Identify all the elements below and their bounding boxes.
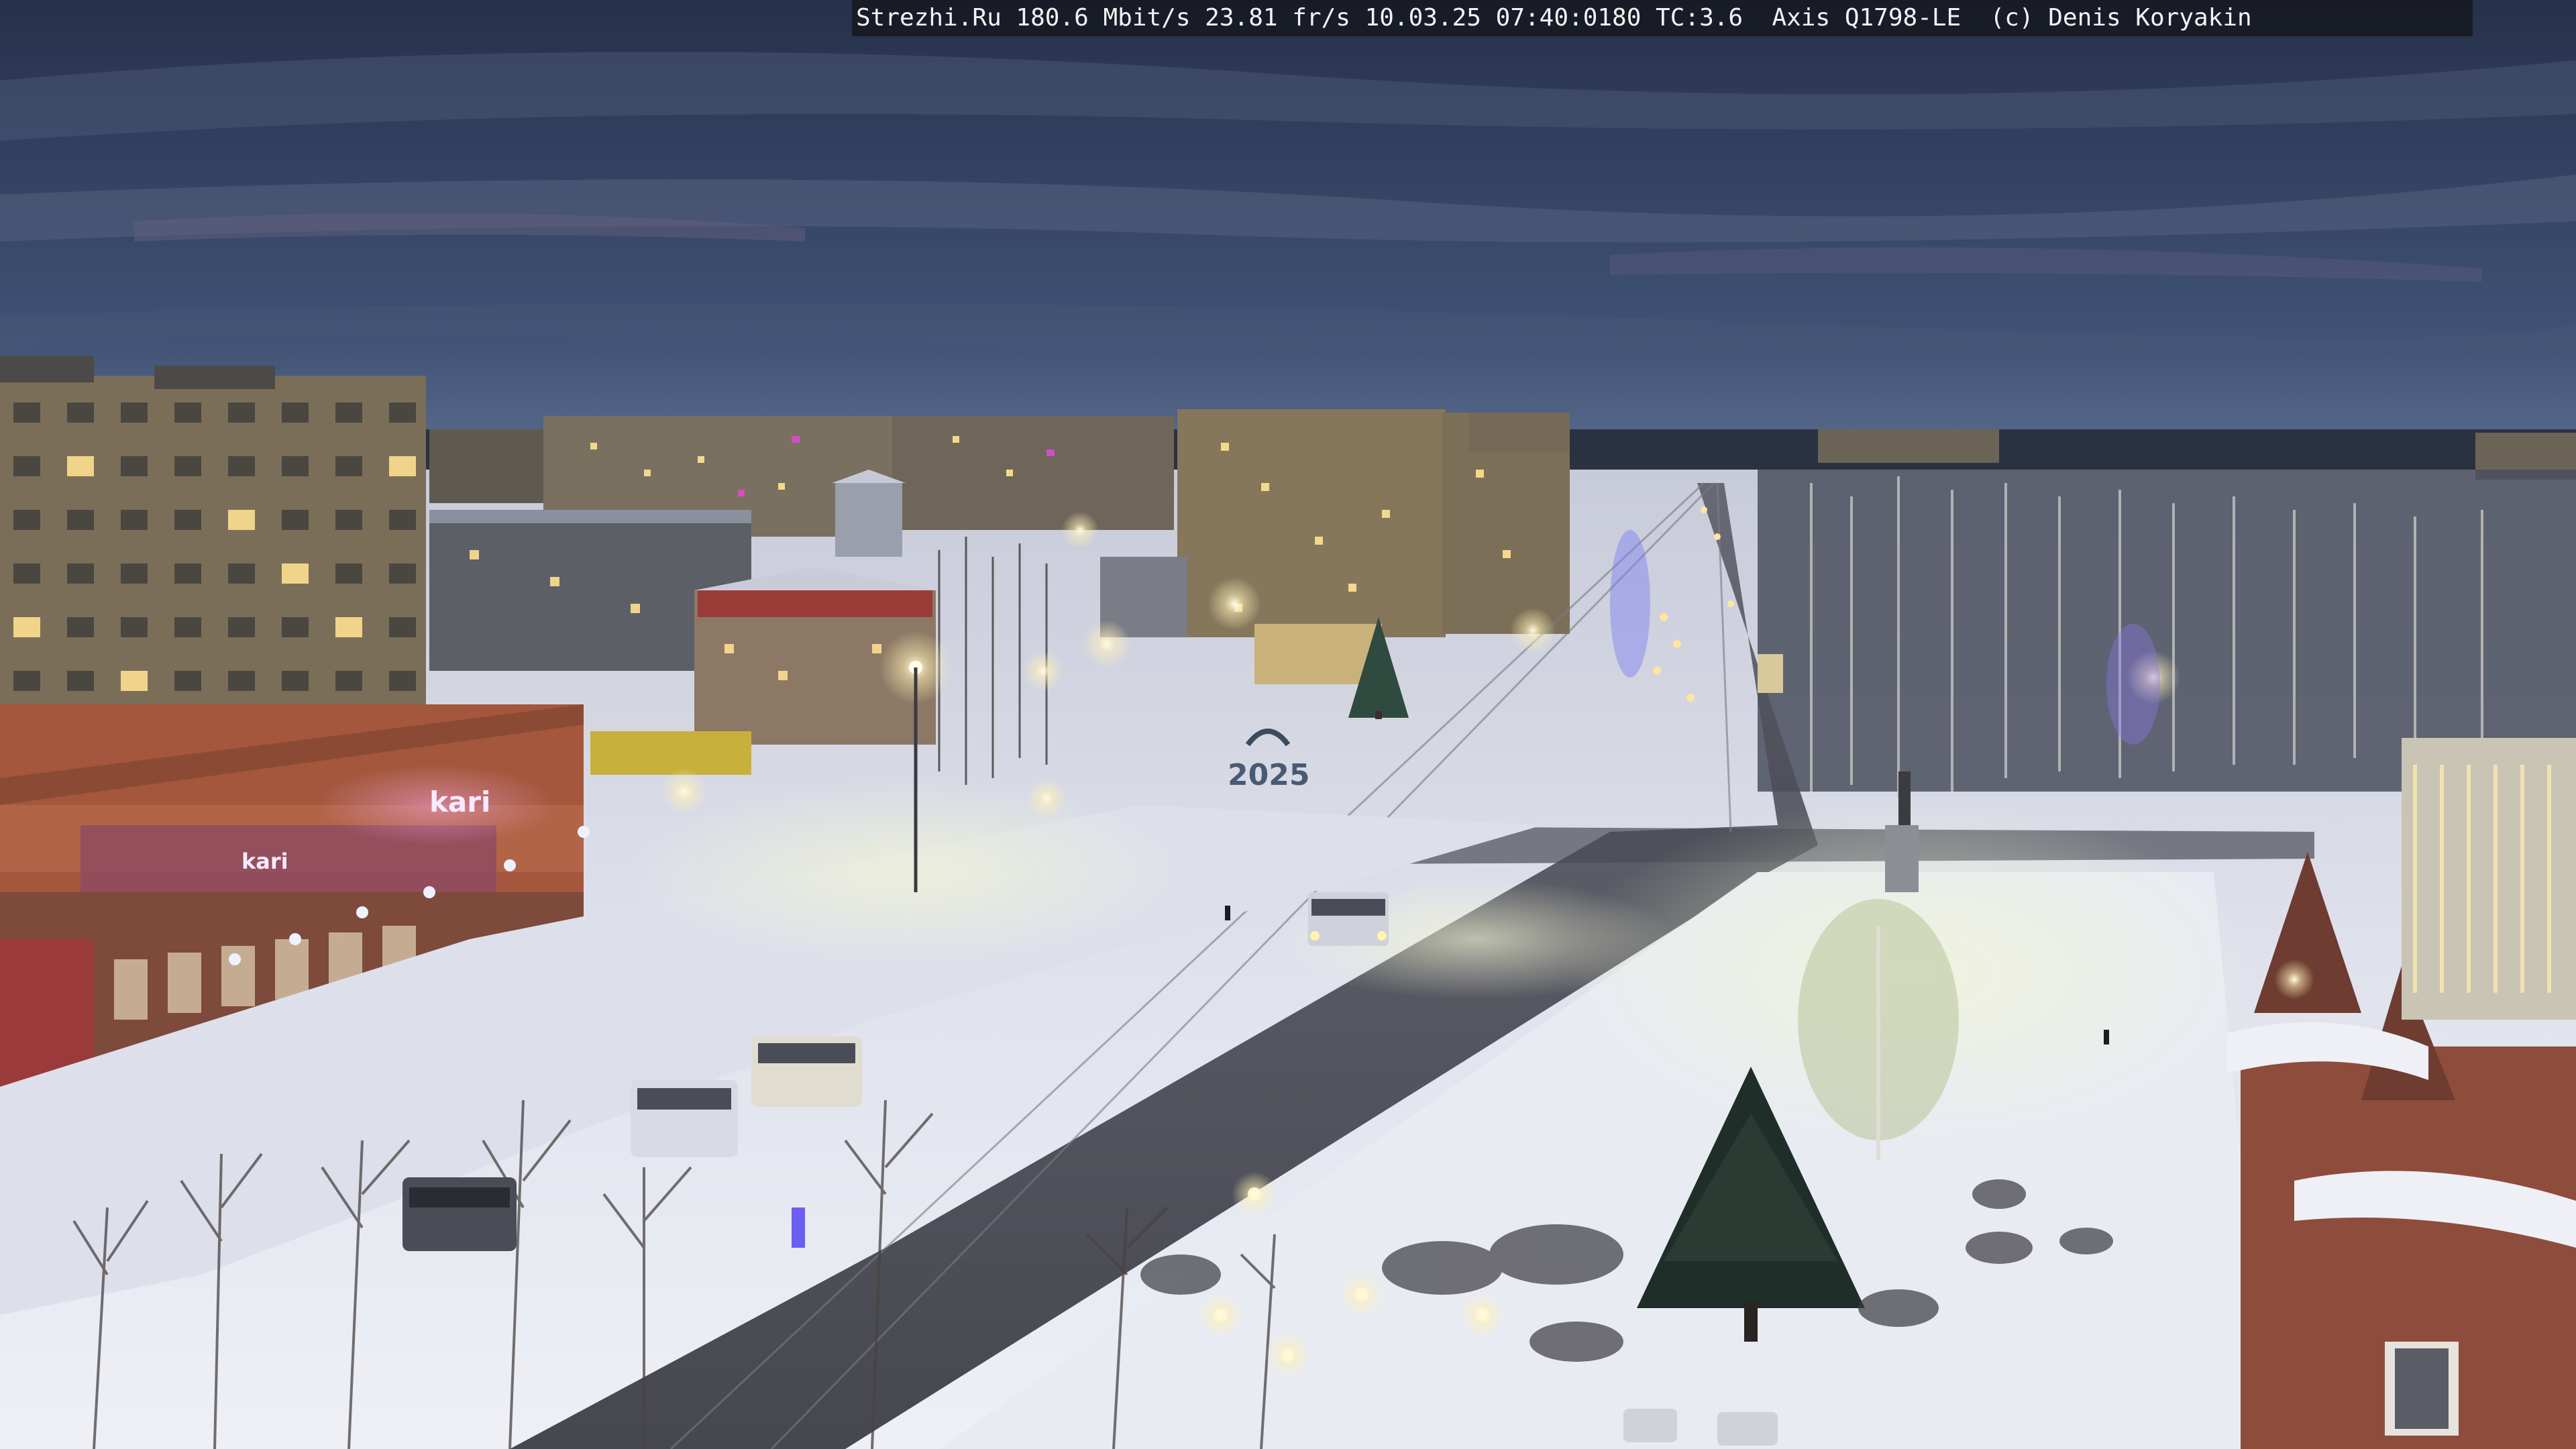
- store-sign-text: kari: [429, 786, 490, 818]
- van-dark: [402, 1177, 517, 1251]
- camera-info-overlay: Strezhi.Ru 180.6 Mbit/s 23.81 fr/s 10.03…: [852, 0, 2473, 36]
- ground-glow-left: [624, 778, 1187, 966]
- bus-center: [1308, 892, 1389, 946]
- bus-far: [1758, 654, 1783, 693]
- city-street-scene: 2025 kari kari: [0, 0, 2576, 1449]
- minibus-1: [751, 1036, 862, 1107]
- monument-year-text: 2025: [1228, 758, 1309, 792]
- webcam-frame: 2025 kari kari Strezhi.Ru 180.6 Mbit/s 2…: [0, 0, 2576, 1449]
- minibus-2: [631, 1080, 738, 1157]
- store-sign-text-2: kari: [241, 849, 288, 874]
- camera-info-text: Strezhi.Ru 180.6 Mbit/s 23.81 fr/s 10.03…: [856, 4, 2252, 32]
